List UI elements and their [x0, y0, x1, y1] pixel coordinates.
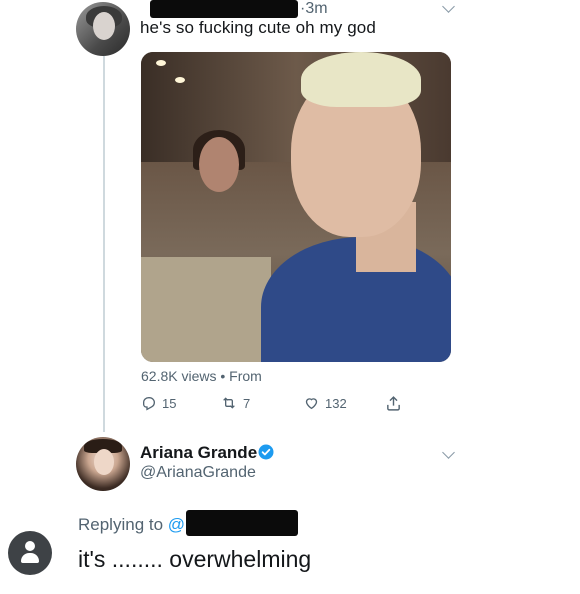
replying-to-label: Replying to [78, 515, 168, 534]
retweet-icon [220, 395, 238, 411]
share-action[interactable] [385, 395, 402, 412]
profile-icon[interactable] [8, 531, 52, 575]
replying-to-line: Replying to @ [78, 515, 185, 535]
redacted-reply-handle [186, 510, 298, 536]
reply-count: 15 [162, 395, 177, 411]
like-count: 132 [325, 395, 347, 411]
reply-text: it's ........ overwhelming [78, 546, 312, 572]
heart-icon [303, 395, 320, 411]
share-icon [385, 395, 402, 412]
tweet-timestamp: ·3m [300, 0, 328, 17]
chevron-down-icon[interactable] [442, 0, 455, 13]
retweet-action[interactable]: 7 [220, 395, 250, 411]
like-action[interactable]: 132 [303, 395, 347, 411]
redacted-author-name [150, 0, 298, 18]
reply-author-avatar[interactable] [76, 437, 130, 491]
retweet-count: 7 [243, 395, 251, 411]
reply-author-name[interactable]: Ariana Grande [140, 443, 257, 463]
tweet-media-image[interactable] [141, 52, 451, 362]
tweet-author-avatar[interactable] [76, 2, 130, 56]
verified-badge-icon [257, 443, 275, 461]
reply-author-handle[interactable]: @ArianaGrande [140, 464, 256, 482]
thread-connector-line [103, 56, 105, 432]
chevron-down-icon[interactable] [442, 446, 455, 459]
replying-to-handle[interactable]: @ [168, 515, 185, 534]
reply-action[interactable]: 15 [141, 395, 176, 411]
tweet-view-count: 62.8K views • From [141, 368, 262, 384]
reply-icon [141, 395, 157, 411]
tweet-text: he's so fucking cute oh my god [140, 18, 376, 37]
